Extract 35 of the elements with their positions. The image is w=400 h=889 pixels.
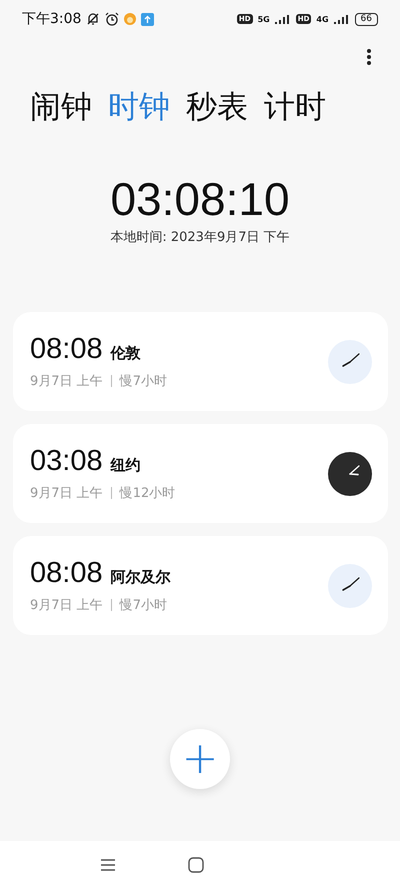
app-icon — [124, 13, 136, 25]
city-date: 9月7日 上午 — [30, 373, 103, 390]
city-time: 08:08 — [30, 557, 103, 590]
tab[interactable]: 秒表 — [186, 86, 248, 128]
tab[interactable]: 闹钟 — [30, 86, 92, 128]
status-time: 下午3:08 — [22, 10, 82, 28]
more-menu-icon[interactable] — [366, 48, 372, 66]
bell-off-icon — [86, 12, 100, 26]
alarm-icon — [105, 12, 120, 26]
home-icon[interactable] — [188, 857, 204, 873]
network-label: 4G — [316, 14, 329, 24]
city-time: 03:08 — [30, 445, 103, 478]
city-card[interactable]: 08:08 伦敦 9月7日 上午 慢7小时 — [13, 312, 388, 411]
menu-icon[interactable] — [100, 858, 116, 872]
city-name: 阿尔及尔 — [110, 568, 171, 587]
network-label: 5G — [258, 14, 270, 24]
time-offset: 慢7小时 — [120, 597, 167, 614]
battery-level: 66 — [354, 12, 378, 26]
time-offset: 慢12小时 — [120, 485, 176, 502]
city-name: 纽约 — [110, 456, 141, 475]
city-date: 9月7日 上午 — [30, 485, 103, 502]
signal-icon — [274, 14, 291, 24]
city-card[interactable]: 03:08 纽约 9月7日 上午 慢12小时 — [13, 424, 388, 523]
city-name: 伦敦 — [110, 344, 141, 363]
city-time: 08:08 — [30, 333, 103, 366]
tab[interactable]: 计时 — [264, 86, 326, 128]
signal-icon — [334, 14, 350, 24]
city-card[interactable]: 08:08 阿尔及尔 9月7日 上午 慢7小时 — [13, 536, 388, 635]
time-offset: 慢7小时 — [120, 373, 167, 390]
local-date: 本地时间: 2023年9月7日 下午 — [109, 229, 291, 246]
tab[interactable]: 时钟 — [108, 86, 170, 128]
upload-icon — [141, 12, 154, 26]
add-button[interactable]: + — [170, 729, 230, 789]
city-date: 9月7日 上午 — [30, 597, 103, 614]
local-time: 03:08:10 — [109, 172, 291, 226]
